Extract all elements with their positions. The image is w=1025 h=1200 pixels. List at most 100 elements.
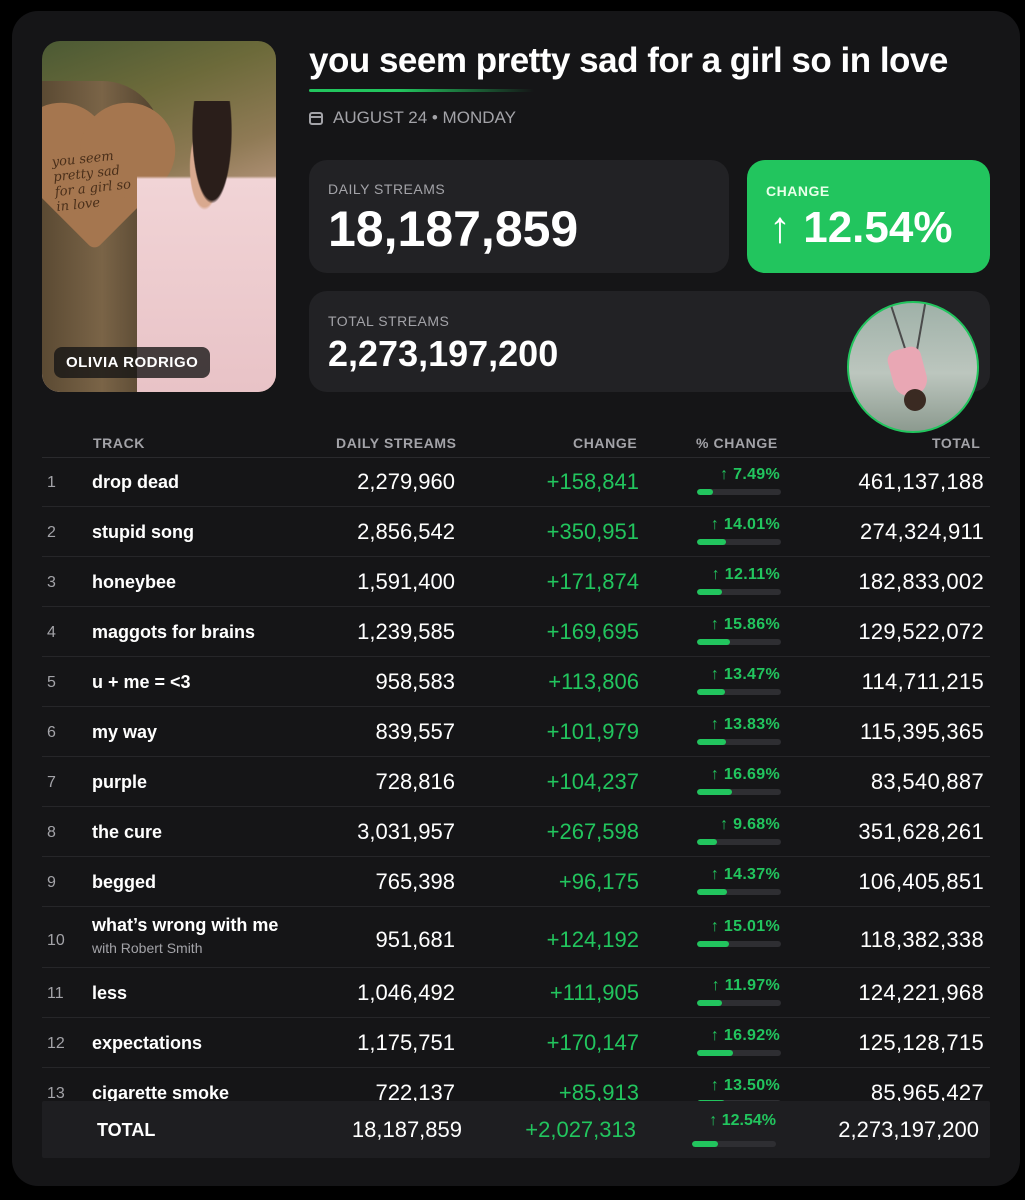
swing-photo: [847, 301, 979, 433]
total-row-label: TOTAL: [97, 1120, 156, 1140]
track-pct-bar: [697, 941, 781, 947]
table-row[interactable]: 4 maggots for brains 1,239,585 +169,695 ↑ 15…: [42, 607, 990, 657]
track-pct-bar-fill: [697, 689, 726, 695]
header-daily-streams: DAILY STREAMS: [336, 435, 457, 451]
table-row[interactable]: 6 my way 839,557 +101,979 ↑ 13.83% 115,395,36…: [42, 707, 990, 757]
change-panel: CHANGE ↑ 12.54%: [747, 160, 990, 273]
track-number: 7: [47, 774, 56, 791]
header-pct-change: % CHANGE: [696, 435, 778, 451]
track-pct-bar: [697, 839, 781, 845]
track-pct-bar-fill: [697, 1000, 723, 1006]
track-name: expectations: [92, 1033, 203, 1053]
track-change: +124,192: [546, 927, 639, 952]
track-pct-bar-fill: [697, 789, 733, 795]
track-daily-streams: 1,046,492: [357, 980, 455, 1005]
track-number: 10: [47, 932, 65, 949]
total-row-pct-bar-fill: [692, 1141, 719, 1147]
total-row-daily: 18,187,859: [351, 1117, 462, 1142]
track-pct-change: ↑ 16.92%: [710, 1027, 780, 1044]
track-name: purple: [92, 772, 148, 792]
table-row[interactable]: 2 stupid song 2,856,542 +350,951 ↑ 14.01% 274…: [42, 507, 990, 557]
track-change: +169,695: [546, 619, 639, 644]
track-featuring: with Robert Smith: [92, 940, 203, 956]
track-pct-bar-fill: [697, 489, 713, 495]
calendar-icon: [309, 111, 323, 125]
track-daily-streams: 1,175,751: [357, 1030, 455, 1055]
track-pct-bar-fill: [697, 839, 718, 845]
track-name: u + me = <3: [92, 672, 191, 692]
track-pct-bar: [697, 889, 781, 895]
date-text: AUGUST 24 • MONDAY: [333, 108, 516, 127]
total-streams-label: TOTAL STREAMS: [328, 313, 450, 329]
album-title: you seem pretty sad for a girl so in lov…: [309, 41, 948, 80]
table-row[interactable]: 1 drop dead 2,279,960 +158,841 ↑ 7.49% 461,13…: [42, 457, 990, 507]
track-pct-bar-fill: [697, 1050, 733, 1056]
track-pct-change: ↑ 13.47%: [710, 666, 780, 683]
track-change: +113,806: [548, 669, 639, 694]
track-number: 11: [47, 985, 64, 1002]
total-row-change: +2,027,313: [525, 1117, 636, 1142]
total-row: TOTAL 18,187,859 +2,027,313 ↑ 12.54% 2,2…: [42, 1101, 990, 1158]
cover-carving-text: you seem pretty sad for a girl so in lov…: [51, 148, 132, 216]
header-change: CHANGE: [573, 435, 638, 451]
track-daily-streams: 958,583: [375, 669, 455, 694]
track-pct-bar-fill: [697, 739, 727, 745]
track-change: +158,841: [546, 469, 639, 494]
track-number: 2: [47, 524, 56, 541]
track-change: +267,598: [546, 819, 639, 844]
track-daily-streams: 1,239,585: [357, 619, 455, 644]
title-underline: [309, 89, 534, 92]
track-table: 1 drop dead 2,279,960 +158,841 ↑ 7.49% 461,13…: [42, 457, 990, 1118]
header-total: TOTAL: [932, 435, 981, 451]
track-pct-change: ↑ 13.50%: [710, 1077, 780, 1094]
track-total: 129,522,072: [858, 619, 984, 644]
daily-streams-label: DAILY STREAMS: [328, 181, 446, 197]
track-number: 1: [47, 474, 56, 491]
track-total: 274,324,911: [859, 519, 984, 544]
track-number: 3: [47, 574, 56, 591]
track-change: +170,147: [546, 1030, 639, 1055]
track-pct-bar-fill: [697, 539, 727, 545]
track-pct-bar: [697, 689, 781, 695]
track-name: honeybee: [92, 572, 177, 592]
track-pct-change: ↑ 11.97%: [711, 977, 780, 994]
track-change: +350,951: [546, 519, 639, 544]
track-pct-bar: [697, 739, 781, 745]
track-pct-bar-fill: [697, 589, 723, 595]
table-row[interactable]: 7 purple 728,816 +104,237 ↑ 16.69% 83,540,887: [42, 757, 990, 807]
total-row-pct-bar: [692, 1141, 776, 1147]
table-row[interactable]: 10 what’s wrong with me with Robert Smith 9…: [42, 907, 990, 968]
album-cover[interactable]: you seem pretty sad for a girl so in lov…: [42, 41, 276, 392]
track-change: +101,979: [546, 719, 639, 744]
table-row[interactable]: 8 the cure 3,031,957 +267,598 ↑ 9.68% 351,628…: [42, 807, 990, 857]
track-change: +171,874: [546, 569, 639, 594]
track-daily-streams: 2,279,960: [357, 469, 455, 494]
track-total: 182,833,002: [858, 569, 984, 594]
table-row[interactable]: 5 u + me = <3 958,583 +113,806 ↑ 13.47% 114,7…: [42, 657, 990, 707]
track-name: the cure: [92, 822, 163, 842]
track-total: 118,382,338: [859, 927, 984, 952]
track-pct-bar-fill: [697, 941, 729, 947]
track-change: +111,905: [549, 980, 639, 1005]
track-pct-change: ↑ 14.01%: [710, 516, 780, 533]
table-row[interactable]: 11 less 1,046,492 +111,905 ↑ 11.97% 124,221,9…: [42, 968, 990, 1018]
track-number: 4: [47, 624, 56, 641]
track-total: 124,221,968: [858, 980, 984, 1005]
track-name: what’s wrong with me: [92, 915, 279, 935]
table-row[interactable]: 9 begged 765,398 +96,175 ↑ 14.37% 106,405,851: [42, 857, 990, 907]
table-row[interactable]: 12 expectations 1,175,751 +170,147 ↑ 16.92% 1…: [42, 1018, 990, 1068]
track-daily-streams: 1,591,400: [357, 569, 455, 594]
track-pct-bar-fill: [697, 889, 728, 895]
table-row[interactable]: 3 honeybee 1,591,400 +171,874 ↑ 12.11% 182,83…: [42, 557, 990, 607]
total-row-pct: ↑ 12.54%: [709, 1112, 776, 1129]
track-name: begged: [92, 872, 157, 892]
track-pct-bar: [697, 1050, 781, 1056]
daily-streams-value: 18,187,859: [328, 201, 579, 257]
track-pct-bar: [697, 589, 781, 595]
track-number: 5: [47, 674, 56, 691]
track-change: +104,237: [546, 769, 639, 794]
track-name: maggots for brains: [92, 622, 256, 642]
track-total: 351,628,261: [858, 819, 984, 844]
track-pct-bar: [697, 789, 781, 795]
track-pct-change: ↑ 16.69%: [710, 766, 780, 783]
